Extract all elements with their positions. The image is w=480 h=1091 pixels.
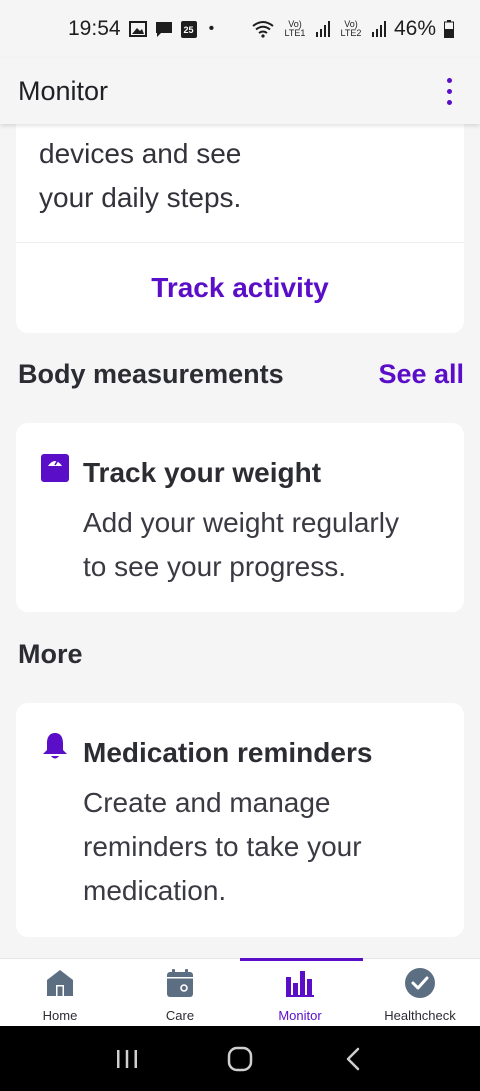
battery-percent: 46%: [393, 17, 436, 40]
activity-card: devices and see your daily steps. Track …: [16, 124, 464, 333]
back-button[interactable]: [333, 1039, 373, 1079]
home-circle-icon: [227, 1046, 253, 1071]
nav-label-healthcheck: Healthcheck: [384, 1008, 456, 1023]
bottom-navigation: Home Care Monitor Healthcheck: [0, 958, 480, 1026]
overflow-menu-button[interactable]: [437, 72, 462, 111]
check-circle-icon: [405, 968, 435, 998]
nav-item-monitor[interactable]: Monitor: [240, 958, 363, 1027]
bar-chart-icon: [286, 971, 314, 997]
section-title-more: More: [18, 639, 83, 669]
recent-apps-button[interactable]: [107, 1039, 147, 1079]
message-icon: [155, 21, 172, 37]
battery-icon: [444, 20, 454, 38]
medication-reminders-card[interactable]: Medication reminders Create and manage r…: [16, 703, 464, 937]
status-left: 19:54 25 •: [68, 17, 214, 41]
more-vert-icon: [447, 77, 452, 83]
recent-apps-icon: [116, 1049, 137, 1068]
signal-icon-1: [315, 21, 330, 37]
see-all-link[interactable]: See all: [378, 359, 464, 390]
track-weight-description: Add your weight regularly to see your pr…: [83, 507, 399, 582]
home-icon: [47, 970, 73, 996]
main-content[interactable]: devices and see your daily steps. Track …: [0, 124, 480, 958]
activity-description: devices and see your daily steps.: [39, 138, 242, 213]
status-time: 19:54: [68, 17, 121, 40]
home-system-button[interactable]: [220, 1039, 260, 1079]
calendar-notification-icon: 25: [180, 20, 197, 38]
wifi-icon: [252, 21, 274, 38]
page-title: Monitor: [18, 75, 109, 106]
track-weight-title: Track your weight: [83, 457, 322, 488]
track-weight-card[interactable]: Track your weight Add your weight regula…: [16, 423, 464, 612]
nav-item-care[interactable]: Care: [120, 959, 240, 1027]
system-navigation-bar: [0, 1026, 480, 1091]
back-chevron-icon: [347, 1047, 360, 1070]
sim1-label: Vo) LTE1: [284, 19, 306, 38]
scale-icon: [41, 454, 69, 482]
calendar-icon: [167, 969, 193, 997]
bell-icon: [43, 733, 67, 759]
sim2-label: Vo) LTE2: [340, 19, 362, 38]
nav-label-home: Home: [42, 1008, 78, 1023]
nav-item-healthcheck[interactable]: Healthcheck: [360, 959, 480, 1027]
medication-reminders-title: Medication reminders: [83, 737, 373, 768]
nav-item-home[interactable]: Home: [0, 959, 120, 1027]
body-measurements-header: Body measurements See all: [18, 359, 464, 390]
gallery-icon: [128, 21, 147, 37]
status-dot: •: [208, 20, 215, 37]
status-right: Vo) LTE1 Vo) LTE2 46%: [252, 17, 454, 41]
signal-icon-2: [371, 21, 386, 37]
medication-reminders-description: Create and manage reminders to take your…: [83, 787, 362, 906]
more-header: More: [18, 639, 464, 670]
status-bar: 19:54 25 • Vo) LTE1 Vo) LTE2 46%: [0, 0, 480, 58]
section-title-body-measurements: Body measurements: [18, 359, 284, 389]
nav-label-monitor: Monitor: [278, 1008, 322, 1023]
track-activity-button[interactable]: Track activity: [16, 243, 464, 333]
active-tab-indicator: [240, 958, 363, 961]
app-bar: Monitor: [0, 58, 480, 124]
nav-label-care: Care: [165, 1008, 195, 1023]
